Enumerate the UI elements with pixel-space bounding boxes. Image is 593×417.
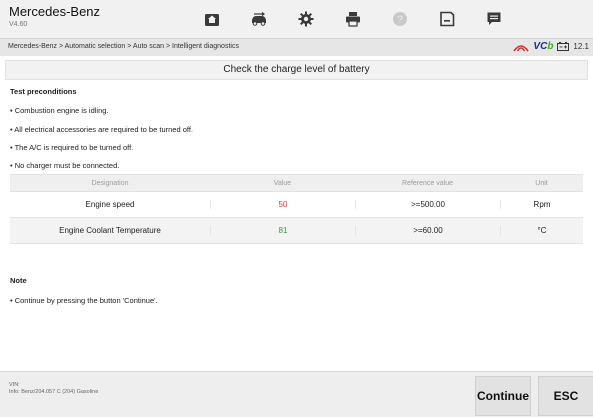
- home-button[interactable]: [190, 3, 233, 35]
- precondition-item: • Combustion engine is idling.: [10, 106, 109, 115]
- vci-status: VCb: [533, 41, 554, 52]
- cell-designation: Engine Coolant Temperature: [59, 226, 161, 235]
- breadcrumb: Mercedes-Benz > Automatic selection > Au…: [8, 43, 239, 50]
- table-row: Engine Coolant Temperature 81 >=60.00 °C: [10, 218, 583, 244]
- top-toolbar: Mercedes-Benz V4.60 ?: [0, 0, 593, 38]
- precondition-item: • No charger must be connected.: [10, 161, 120, 170]
- measurement-table: Designation Value Reference value Unit E…: [10, 174, 583, 244]
- app-version: V4.60: [9, 21, 28, 28]
- esc-button[interactable]: ESC: [538, 376, 593, 416]
- vci-signal-icon: [513, 44, 530, 51]
- message-icon: [487, 12, 500, 25]
- vin-label: VIN:: [9, 382, 20, 388]
- vehicle-info: VIN: Info: Benz/204.057 C (204) Gasoline: [9, 382, 98, 396]
- status-area: VCb 12.1: [513, 41, 589, 52]
- cell-designation: Engine speed: [85, 200, 135, 209]
- help-button[interactable]: ?: [378, 3, 421, 35]
- precondition-item: • All electrical accessories are require…: [10, 125, 193, 134]
- preconditions-heading: Test preconditions: [10, 87, 77, 96]
- home-icon: [204, 14, 219, 26]
- note-item: • Continue by pressing the button 'Conti…: [10, 296, 158, 305]
- cell-reference: >=500.00: [355, 200, 500, 209]
- settings-icon: [298, 11, 313, 27]
- column-header-value: Value: [273, 179, 292, 187]
- message-button[interactable]: [472, 3, 515, 35]
- print-button[interactable]: [331, 3, 374, 35]
- cell-value: 50: [210, 200, 355, 209]
- page-title: Check the charge level of battery: [5, 60, 588, 80]
- column-header-designation: Designation: [91, 179, 129, 187]
- print-icon: [345, 12, 360, 27]
- vehicle-info-text: Info: Benz/204.057 C (204) Gasoline: [9, 389, 99, 395]
- battery-icon: [557, 42, 570, 51]
- app-title: Mercedes-Benz: [9, 4, 101, 19]
- cell-unit: Rpm: [500, 200, 583, 209]
- cell-value: 81: [210, 226, 355, 235]
- cell-reference: >=60.00: [355, 226, 500, 235]
- breadcrumb-bar: Mercedes-Benz > Automatic selection > Au…: [0, 38, 593, 56]
- save-button[interactable]: [425, 3, 468, 35]
- footer-bar: VIN: Info: Benz/204.057 C (204) Gasoline…: [0, 371, 593, 417]
- column-header-unit: Unit: [535, 179, 548, 187]
- settings-button[interactable]: [284, 3, 327, 35]
- note-heading: Note: [10, 276, 27, 285]
- svg-text:?: ?: [397, 15, 403, 26]
- table-header: Designation Value Reference value Unit: [10, 174, 583, 192]
- save-icon: [439, 11, 454, 27]
- continue-button[interactable]: Continue: [475, 376, 531, 416]
- column-header-reference: Reference value: [402, 179, 453, 187]
- app-brand: Mercedes-Benz V4.60: [9, 4, 100, 30]
- vehicle-swap-icon: [251, 12, 266, 26]
- cell-unit: °C: [500, 226, 583, 235]
- help-icon: ?: [392, 12, 407, 26]
- table-row: Engine speed 50 >=500.00 Rpm: [10, 192, 583, 218]
- battery-voltage: 12.1: [573, 42, 589, 51]
- precondition-item: • The A/C is required to be turned off.: [10, 143, 134, 152]
- vehicle-swap-button[interactable]: [237, 3, 280, 35]
